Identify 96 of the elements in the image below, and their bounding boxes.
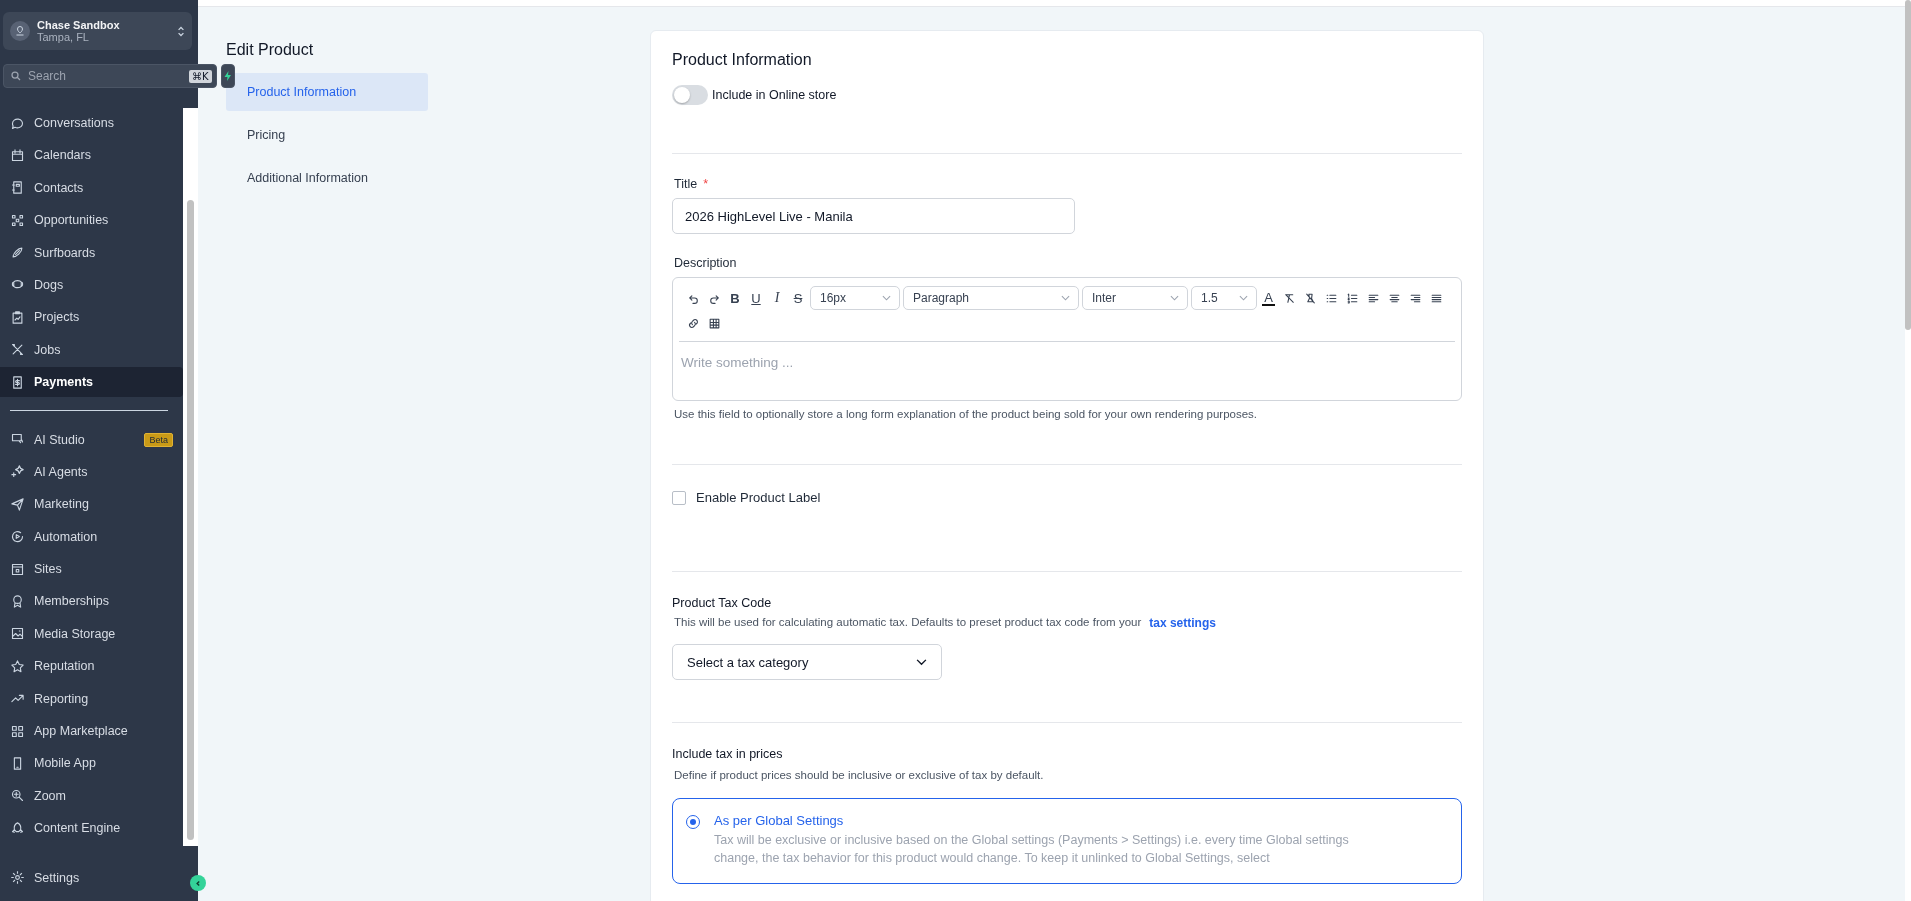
- sidebar-item[interactable]: Mobile App: [0, 748, 183, 779]
- account-switcher[interactable]: Chase Sandbox Tampa, FL: [3, 12, 192, 50]
- color-button[interactable]: A: [1262, 290, 1275, 306]
- receipt-icon: [10, 374, 25, 390]
- sidebar-item[interactable]: Conversations: [0, 108, 183, 138]
- notebook-icon: [10, 180, 25, 196]
- sidebar-item[interactable]: AI Agents: [0, 456, 183, 487]
- chevron-down-icon: [1239, 295, 1248, 301]
- sidebar-item[interactable]: Jobs: [0, 334, 183, 365]
- tax-settings-link[interactable]: tax settings: [1149, 616, 1216, 630]
- option-description: Tax will be exclusive or inclusive based on the Global settings (Payments > Settings) i.e. every time Global settings change, the tax behavior for this product would change. To keep it unlinked to Global Settings, select: [714, 832, 1350, 868]
- chevron-down-icon: [882, 295, 891, 301]
- collapse-button[interactable]: [190, 875, 206, 891]
- toggle-switch[interactable]: [672, 85, 708, 105]
- field-label: Description: [674, 256, 738, 270]
- nodes-icon: [10, 212, 25, 228]
- sidebar-item[interactable]: Dogs: [0, 269, 183, 300]
- star-icon: [10, 658, 25, 674]
- toolbar-dropdown[interactable]: Inter: [1082, 286, 1188, 310]
- toolbar-dropdown[interactable]: 1.5: [1191, 286, 1257, 310]
- image-icon: [10, 626, 25, 642]
- sidebar-item[interactable]: AI Studio Beta: [0, 424, 183, 455]
- search-field[interactable]: Search ⌘K: [3, 64, 217, 88]
- table-icon: [707, 316, 721, 330]
- scrollbar-thumb[interactable]: [1905, 0, 1911, 330]
- clipboard-chart-icon: [10, 309, 25, 325]
- sidebar-item[interactable]: Calendars: [0, 140, 183, 171]
- bold-button[interactable]: B: [725, 287, 745, 309]
- chevron-left-icon: [194, 879, 202, 887]
- sparkle-icon: [10, 464, 25, 480]
- search-icon: [10, 70, 22, 82]
- field-label: Title: [674, 177, 698, 191]
- sidebar-item[interactable]: Payments: [0, 367, 183, 398]
- checkbox[interactable]: [672, 490, 686, 505]
- browser-icon: [10, 561, 25, 577]
- sidebar-item[interactable]: Sites: [0, 554, 183, 585]
- calendar-icon: [10, 147, 25, 163]
- help-text: This will be used for calculating automatic tax. Defaults to preset product tax code from your: [674, 616, 1142, 630]
- settings-icon: [10, 870, 25, 886]
- checkbox-label: Enable Product Label: [696, 490, 821, 505]
- sidebar-item[interactable]: Contacts: [0, 172, 183, 203]
- tax-category-dropdown[interactable]: Select a tax category: [672, 644, 942, 680]
- paper-plane-icon: [10, 496, 25, 512]
- sidebar-item[interactable]: Reporting: [0, 683, 183, 714]
- sidebar-item[interactable]: Marketing: [0, 489, 183, 520]
- sidebar-item[interactable]: Automation: [0, 521, 183, 552]
- shortcut-badge: ⌘K: [189, 69, 212, 83]
- section-label: Product Tax Code: [672, 596, 773, 610]
- sidebar-item[interactable]: Content Engine: [0, 813, 183, 844]
- account-name: Chase Sandbox: [37, 19, 121, 31]
- chevron-down-icon: [1061, 295, 1070, 301]
- sidebar-item[interactable]: Opportunities: [0, 205, 183, 236]
- sidebar-item[interactable]: Memberships: [0, 586, 183, 617]
- highlighter-off-icon: [1303, 291, 1317, 305]
- title-field[interactable]: 2026 HighLevel Live - Manila: [672, 198, 1075, 234]
- sidebar-item[interactable]: Projects: [0, 302, 183, 333]
- beta-badge: Beta: [144, 432, 173, 447]
- help-text: Use this field to optionally store a long form explanation of the product being sold for your own rendering purposes.: [674, 408, 1258, 420]
- tools-icon: [10, 342, 25, 358]
- strike-button[interactable]: S: [788, 287, 808, 309]
- numbered-list-icon: [1345, 291, 1359, 305]
- toolbar-dropdown[interactable]: Paragraph: [903, 286, 1079, 310]
- chevron-down-icon: [916, 658, 927, 666]
- section-tab[interactable]: Additional Information: [226, 159, 428, 197]
- help-text: Define if product prices should be inclusive or exclusive of tax by default.: [674, 769, 1045, 781]
- chat-bubble-icon: [10, 115, 25, 131]
- sidebar-item[interactable]: Settings: [0, 862, 183, 893]
- sidebar-item[interactable]: Surfboards: [0, 237, 183, 268]
- chevron-updown-icon: [177, 24, 185, 38]
- scrollbar-thumb[interactable]: [187, 200, 194, 840]
- italic-button[interactable]: I: [767, 287, 787, 309]
- page-title: Edit Product: [226, 41, 315, 59]
- link-icon: [686, 316, 700, 330]
- required-mark: *: [703, 177, 709, 191]
- toggle-label: Include in Online store: [712, 88, 837, 102]
- section-tab[interactable]: Pricing: [226, 116, 428, 154]
- zoom-in-icon: [10, 788, 25, 804]
- rich-text-editor[interactable]: B U I S 16px Paragraph Inter 1.5 A Write something ...: [672, 277, 1462, 401]
- sidebar-item[interactable]: Zoom: [0, 780, 183, 811]
- radio-option-card[interactable]: [672, 798, 1462, 885]
- sidebar-item[interactable]: App Marketplace: [0, 716, 183, 747]
- section-tab[interactable]: Product Information: [226, 73, 428, 111]
- sidebar-item[interactable]: Media Storage: [0, 618, 183, 649]
- underline-button[interactable]: U: [746, 287, 766, 309]
- option-title: As per Global Settings: [714, 813, 845, 828]
- toolbar-dropdown[interactable]: 16px: [810, 286, 900, 310]
- search-input[interactable]: Search: [26, 68, 185, 84]
- card-title: Product Information: [672, 51, 813, 69]
- chevron-down-icon: [1170, 295, 1179, 301]
- section-label: Include tax in prices: [672, 747, 784, 761]
- ribbon-icon: [10, 593, 25, 609]
- location-pin-icon: [10, 21, 30, 41]
- clear-format-icon: [1282, 291, 1296, 305]
- grid-icon: [10, 723, 25, 739]
- sidebar-item[interactable]: Reputation: [0, 651, 183, 682]
- account-location: Tampa, FL: [37, 31, 90, 43]
